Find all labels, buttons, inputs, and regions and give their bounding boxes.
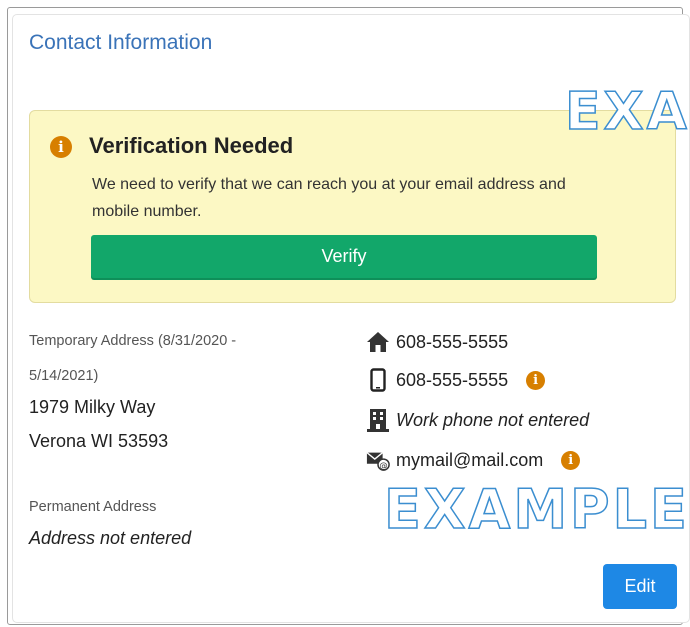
email-row: @ mymail@mail.com i: [366, 446, 581, 474]
alert-title: Verification Needed: [89, 133, 294, 158]
temporary-address-line1: 1979 Milky Way: [29, 397, 156, 417]
watermark-top: EXA: [564, 81, 690, 143]
home-phone-row: 608-555-5555: [366, 328, 508, 356]
temporary-address-label-line2: 5/14/2021): [29, 368, 99, 384]
info-icon: i: [526, 370, 546, 390]
home-phone-value: 608-555-5555: [396, 331, 509, 352]
svg-text:@: @: [379, 460, 387, 470]
mobile-phone-icon: [366, 368, 390, 392]
email-icon: @: [366, 448, 390, 472]
building-icon: [366, 408, 390, 432]
info-icon: i: [561, 450, 581, 470]
section-title: Contact Information: [29, 31, 213, 54]
mobile-phone-value: 608-555-5555: [396, 369, 509, 390]
alert-message: We need to verify that we can reach you …: [92, 176, 566, 220]
edit-button[interactable]: Edit: [603, 564, 677, 609]
mobile-phone-row: 608-555-5555 i: [366, 366, 546, 394]
permanent-address-label: Permanent Address: [29, 499, 157, 515]
temporary-address-label-line1: Temporary Address (8/31/2020 -: [29, 333, 237, 349]
info-icon: i: [50, 136, 72, 158]
work-phone-value: Work phone not entered: [396, 409, 590, 430]
email-value: mymail@mail.com: [396, 449, 544, 470]
verify-button[interactable]: Verify: [91, 235, 597, 278]
watermark-bottom: EXAMPLE: [383, 477, 690, 542]
permanent-address-value: Address not entered: [29, 528, 192, 548]
work-phone-row: Work phone not entered: [366, 406, 589, 434]
temporary-address-line2: Verona WI 53593: [29, 431, 169, 451]
home-icon: [366, 330, 390, 354]
